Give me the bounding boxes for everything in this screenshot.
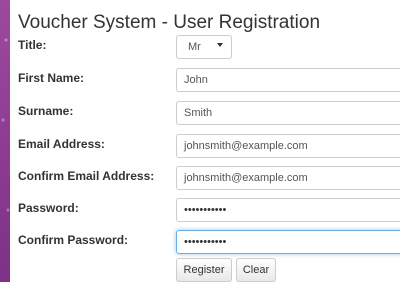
page-title: Voucher System - User Registration [18,12,321,33]
surname-label: Surname: [18,104,74,118]
email-label: Email Address: [18,137,105,151]
title-select-value: Mr [188,41,201,53]
password-label: Password: [18,201,79,215]
clear-button[interactable]: Clear [236,258,276,282]
title-label: Title: [18,38,47,52]
register-button[interactable]: Register [176,258,232,282]
registration-panel: Voucher System - User Registration Title… [10,0,400,282]
confirm-email-label: Confirm Email Address: [18,169,155,183]
first-name-field[interactable]: John [176,68,400,92]
first-name-label: First Name: [18,71,85,85]
confirm-password-field[interactable]: ••••••••••• [176,230,400,254]
title-select[interactable]: Mr [176,35,232,59]
email-field[interactable]: johnsmith@example.com [176,134,400,158]
password-field[interactable]: ••••••••••• [176,198,400,222]
confirm-password-label: Confirm Password: [18,233,129,247]
chevron-down-icon [217,43,223,47]
confirm-email-field[interactable]: johnsmith@example.com [176,166,400,190]
surname-field[interactable]: Smith [176,101,400,125]
